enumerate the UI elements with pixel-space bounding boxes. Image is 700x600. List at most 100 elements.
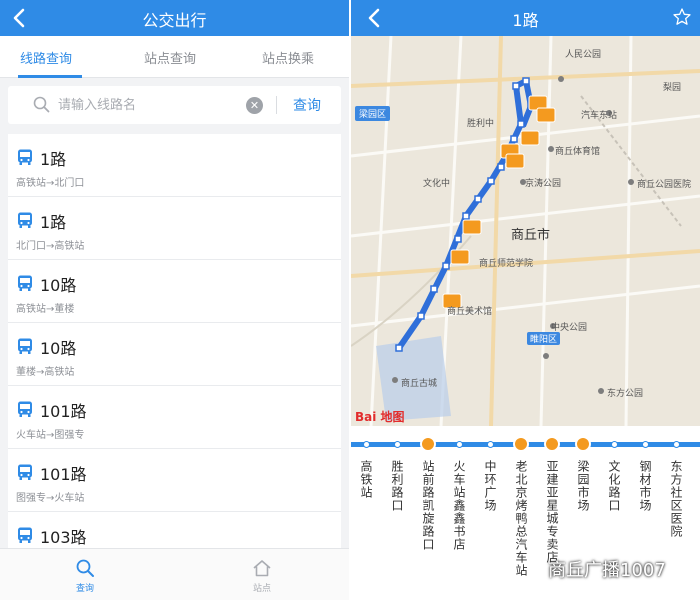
stop-item[interactable]: 高铁站 — [357, 436, 375, 499]
page-title: 公交出行 — [142, 11, 207, 30]
nav-stops[interactable]: 站点 — [232, 557, 292, 594]
map-label: 商丘美术馆 — [447, 307, 493, 317]
baidu-map-logo: Bai 地图 — [355, 410, 405, 424]
bus-marker-icon — [544, 436, 560, 452]
map-label: 商丘公园医院 — [637, 180, 692, 190]
home-icon — [253, 560, 271, 577]
stop-name: 亚建亚星城专卖店 — [545, 460, 559, 564]
route-list: 1路 高铁站→北门口 1路 北门口→高铁站 10路 高铁站→董楼 10路 董楼→… — [8, 134, 341, 552]
map-label: 京涛公园 — [525, 179, 562, 189]
stop-dot — [641, 441, 649, 448]
district-badge: 睢阳区 — [527, 332, 561, 345]
header-bar: 1路 — [351, 0, 700, 36]
clear-input-icon[interactable]: ✕ — [246, 97, 263, 114]
map-label: 文化中 — [423, 179, 451, 189]
bus-marker-icon — [420, 436, 436, 452]
search-bar: ✕ 查询 — [8, 86, 341, 124]
stop-item[interactable]: 胜利路口 — [388, 436, 406, 512]
route-name: 1路 — [40, 150, 67, 169]
map-label: 东方公园 — [607, 389, 644, 399]
stop-item[interactable]: 老北京烤鸭总汽车站 — [512, 436, 530, 577]
stop-item[interactable]: 东方社区医院 — [667, 436, 685, 538]
route-item[interactable]: 10路 高铁站→董楼 — [8, 260, 341, 323]
bus-marker-icon — [575, 436, 591, 452]
route-item[interactable]: 10路 董楼→高铁站 — [8, 323, 341, 386]
stop-name: 老北京烤鸭总汽车站 — [514, 460, 528, 577]
bus-icon — [18, 149, 32, 165]
route-name: 10路 — [40, 339, 77, 358]
tab-stop-query[interactable]: 站点查询 — [144, 48, 196, 67]
tab-stop-transfer[interactable]: 站点换乘 — [262, 48, 314, 67]
search-icon — [33, 96, 50, 113]
header-bar: 公交出行 — [0, 0, 349, 36]
stop-dot — [455, 441, 463, 448]
bus-icon — [18, 401, 32, 417]
stop-name: 高铁站 — [359, 460, 373, 499]
route-name: 101路 — [40, 465, 87, 484]
watermark-text: 商丘广播1007 — [548, 560, 666, 581]
route-item[interactable]: 1路 北门口→高铁站 — [8, 197, 341, 260]
tab-bar: 线路查询 站点查询 站点换乘 — [0, 36, 349, 78]
map-label: 人民公园 — [565, 50, 602, 60]
map-label: 商丘师范学院 — [479, 259, 534, 269]
star-favorite-icon[interactable] — [672, 7, 692, 27]
active-tab-indicator — [18, 75, 82, 78]
stop-name: 站前路凯旋路口 — [421, 460, 435, 551]
route-item[interactable]: 103路 — [8, 512, 341, 552]
stop-dot — [610, 441, 618, 448]
route-item[interactable]: 101路 图强专→火车站 — [8, 449, 341, 512]
route-item[interactable]: 101路 火车站→图强专 — [8, 386, 341, 449]
page-title: 1路 — [512, 11, 539, 30]
bus-icon — [18, 212, 32, 228]
bus-icon — [18, 275, 32, 291]
route-name: 1路 — [40, 213, 67, 232]
route-direction: 图强专→火车站 — [16, 493, 85, 504]
map-label: 汽车东站 — [581, 111, 618, 121]
route-name: 10路 — [40, 276, 77, 295]
route-direction: 高铁站→董楼 — [16, 304, 75, 315]
route-direction: 火车站→图强专 — [16, 430, 85, 441]
map-label: 梨园 — [663, 83, 682, 93]
screenshot: 公交出行 线路查询 站点查询 站点换乘 ✕ 查询 1路 高铁站→北门口 1路 — [0, 0, 700, 600]
route-search-input[interactable] — [58, 94, 228, 116]
bus-icon — [18, 338, 32, 354]
stop-item[interactable]: 亚建亚星城专卖店 — [543, 436, 561, 564]
stop-dot — [393, 441, 401, 448]
stop-dot — [672, 441, 680, 448]
nav-query-label: 查询 — [75, 584, 94, 594]
stop-name: 钢材市场 — [638, 460, 652, 512]
bus-marker-icon — [513, 436, 529, 452]
stop-name: 中环广场 — [483, 460, 497, 512]
city-label: 商丘市 — [511, 228, 551, 243]
stop-name: 火车站鑫鑫书店 — [452, 460, 466, 551]
route-detail-screen: 1路 梁园区 商丘市 文化中 京涛公园 商丘公园医院 人民公园 汽车东站 商丘体… — [351, 0, 700, 600]
route-name: 101路 — [40, 402, 87, 421]
map-label: 商丘体育馆 — [555, 147, 601, 157]
tab-route-query[interactable]: 线路查询 — [20, 48, 72, 67]
stop-item[interactable]: 钢材市场 — [636, 436, 654, 512]
stop-item[interactable]: 中环广场 — [481, 436, 499, 512]
stop-item[interactable]: 文化路口 — [605, 436, 623, 512]
route-direction: 董楼→高铁站 — [16, 367, 75, 378]
bus-icon — [18, 464, 32, 480]
route-item[interactable]: 1路 高铁站→北门口 — [8, 134, 341, 197]
bus-icon — [18, 527, 32, 543]
route-search-screen: 公交出行 线路查询 站点查询 站点换乘 ✕ 查询 1路 高铁站→北门口 1路 — [0, 0, 349, 600]
stop-dot — [362, 441, 370, 448]
stop-item[interactable]: 火车站鑫鑫书店 — [450, 436, 468, 551]
stop-name: 文化路口 — [607, 460, 621, 512]
nav-stops-label: 站点 — [252, 584, 271, 594]
stop-name: 胜利路口 — [390, 460, 404, 512]
district-label: 梁园区 — [355, 106, 391, 121]
stop-dot — [486, 441, 494, 448]
route-map[interactable]: 梁园区 商丘市 文化中 京涛公园 商丘公园医院 人民公园 汽车东站 商丘体育馆 … — [351, 36, 700, 426]
query-button[interactable]: 查询 — [293, 95, 321, 115]
route-direction: 高铁站→北门口 — [16, 178, 85, 189]
bottom-nav: 查询 站点 — [0, 548, 349, 600]
route-direction: 北门口→高铁站 — [16, 241, 85, 252]
stop-item[interactable]: 梁园市场 — [574, 436, 592, 512]
map-label: 商丘古城 — [401, 379, 438, 389]
nav-query[interactable]: 查询 — [55, 557, 115, 594]
divider — [276, 96, 277, 114]
stop-item[interactable]: 站前路凯旋路口 — [419, 436, 437, 551]
